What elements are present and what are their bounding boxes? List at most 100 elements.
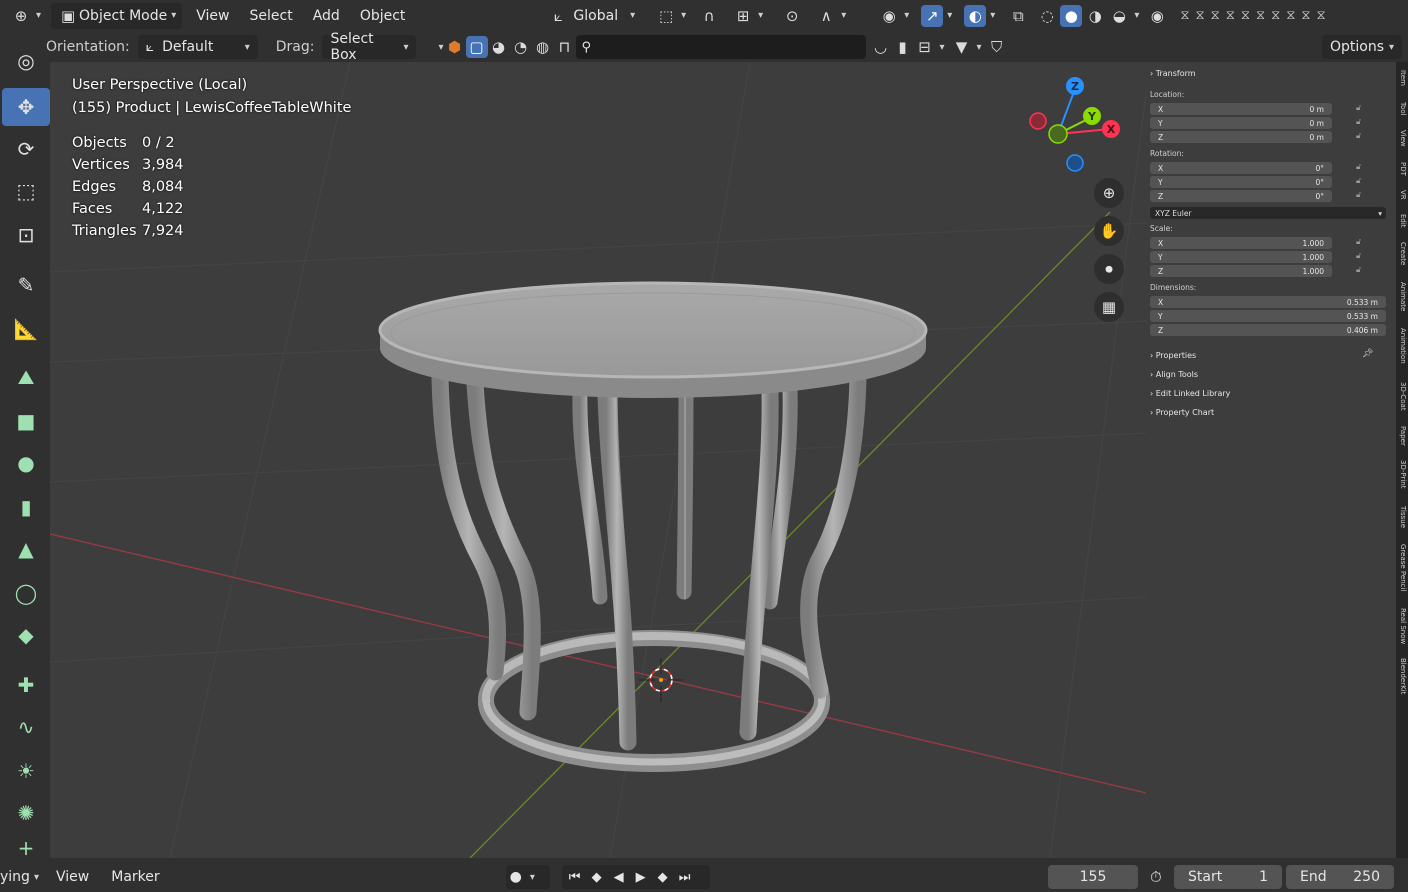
transform-orientation-dropdown[interactable]: ⟀ Global ▾ [541, 3, 641, 29]
stopwatch-icon[interactable]: ⏱ [1150, 868, 1162, 886]
lock-icon[interactable]: 🔓︎ [1356, 265, 1361, 275]
edit-linked-library-subpanel[interactable]: › Edit Linked Library [1150, 389, 1230, 398]
editor-type-button[interactable]: ⊕ ▾ [4, 3, 47, 29]
rotation-z-field[interactable]: Z 0° [1150, 190, 1332, 202]
add-wedge-tool[interactable]: ◆ [2, 616, 50, 654]
timeline-menu-marker[interactable]: Marker [105, 864, 165, 890]
select-extend-icon[interactable]: ◕ [488, 36, 510, 58]
dimensions-x-field[interactable]: X 0.533 m [1150, 296, 1386, 308]
transform-panel-header[interactable]: › Transform [1150, 69, 1196, 78]
snap-toggle[interactable]: ∩ [692, 3, 726, 29]
snap-target-button[interactable]: ⊞ ▾ [726, 3, 769, 29]
move-tool[interactable]: ✥ [2, 88, 50, 126]
current-frame-field[interactable]: 155 [1048, 865, 1138, 889]
pin-icon[interactable]: 📌︎ [1362, 349, 1373, 359]
lock-icon[interactable]: 🔓︎ [1356, 237, 1361, 247]
add-cone-tool[interactable]: ▲ [2, 530, 50, 568]
cursor-tool[interactable]: ◎ [2, 48, 50, 74]
transform-tool[interactable]: ⊡ [2, 216, 50, 254]
play-icon[interactable]: ▶ [630, 866, 652, 888]
add-cube-tool[interactable]: ■ [2, 402, 50, 440]
select-subtract-icon[interactable]: ◔ [510, 36, 532, 58]
orientation-dropdown[interactable]: ⟀ Default ▾ [137, 35, 258, 59]
tab-edit[interactable]: Edit [1397, 214, 1407, 228]
timeline-menu-view[interactable]: View [50, 864, 95, 890]
xray-toggle[interactable]: ⧉ [1001, 3, 1035, 29]
drag-dropdown[interactable]: Select Box ▾ [322, 31, 417, 63]
search-field[interactable]: ⚲ [575, 35, 866, 59]
add-light-tool[interactable]: ☀ [2, 752, 50, 790]
tab-real-snow[interactable]: Real Snow [1397, 608, 1407, 644]
pivot-point-button[interactable]: ⬚ ▾ [649, 3, 692, 29]
shading-wireframe[interactable]: ◌ [1035, 3, 1059, 29]
options-dropdown[interactable]: Options ▾ [1322, 35, 1402, 59]
scale-y-field[interactable]: Y 1.000 [1150, 251, 1332, 263]
tab-vr[interactable]: VR [1397, 190, 1407, 200]
select-box-mode-icon[interactable]: ▢ [465, 36, 488, 58]
playback-mode-dropdown[interactable]: ying ▾ [0, 865, 46, 889]
tab-create[interactable]: Create [1397, 242, 1407, 265]
annotate-tool[interactable]: ✎ [2, 266, 50, 304]
dimensions-z-field[interactable]: Z 0.406 m [1150, 324, 1386, 336]
tab-blenderkit[interactable]: BlenderKit [1397, 658, 1407, 694]
jump-end-icon[interactable]: ⏭ [674, 866, 696, 888]
table-model[interactable] [378, 281, 928, 772]
property-chart-subpanel[interactable]: › Property Chart [1150, 408, 1214, 417]
jump-keyframe-back-icon[interactable]: ◆ [586, 866, 608, 888]
jump-keyframe-forward-icon[interactable]: ◆ [652, 866, 674, 888]
scale-x-field[interactable]: X 1.000 [1150, 237, 1332, 249]
tab-tool[interactable]: Tool [1397, 102, 1407, 116]
collection-visibility-button[interactable]: ◉ [1140, 3, 1174, 29]
add-sphere-tool[interactable]: ● [2, 444, 50, 482]
tab-grease-pencil[interactable]: Grease Pencil [1397, 544, 1407, 591]
select-intersect-icon[interactable]: ⊓ [554, 36, 576, 58]
gizmo-toggle[interactable]: ↗ ▾ [915, 3, 958, 29]
shading-rendered[interactable]: ◒ ▾ [1107, 3, 1140, 29]
start-frame-field[interactable]: Start 1 [1174, 865, 1282, 889]
end-frame-field[interactable]: End 250 [1286, 865, 1394, 889]
lock-icon[interactable]: 🔓︎ [1356, 176, 1361, 186]
layout-icon[interactable]: ⊟ [914, 36, 936, 58]
lock-icon[interactable]: 🔓︎ [1356, 131, 1361, 141]
shading-solid[interactable]: ● [1059, 3, 1083, 29]
3d-cursor[interactable] [639, 658, 683, 702]
add-plane-tool[interactable]: ⛰ [2, 358, 50, 396]
shield-icon[interactable]: ⛉ [986, 36, 1008, 58]
measure-tool[interactable]: 📐 [2, 310, 50, 348]
jump-start-icon[interactable]: ⏮ [564, 866, 586, 888]
play-reverse-icon[interactable]: ◀ [608, 866, 630, 888]
tab-paper[interactable]: Paper [1397, 426, 1407, 446]
color-wheel-icon[interactable]: ⬢ [444, 36, 466, 58]
add-armature-tool[interactable]: ✚ [2, 666, 50, 704]
shading-material[interactable]: ◑ [1083, 3, 1107, 29]
add-cylinder-tool[interactable]: ▮ [2, 488, 50, 526]
menu-add[interactable]: Add [307, 3, 346, 29]
camera-view-button[interactable]: ⏺ [1094, 254, 1124, 284]
scale-tool[interactable]: ⬚ [2, 172, 50, 210]
lock-icon[interactable]: 🔓︎ [1356, 190, 1361, 200]
visibility-button[interactable]: ◉ ▾ [872, 3, 915, 29]
pan-button[interactable]: ✋ [1094, 216, 1124, 246]
navigation-gizmo[interactable]: Z Y X [1029, 77, 1120, 172]
scale-z-field[interactable]: Z 1.000 [1150, 265, 1332, 277]
lock-icon[interactable]: 🔓︎ [1356, 162, 1361, 172]
perspective-toggle-button[interactable]: ▦ [1094, 292, 1124, 322]
dimensions-y-field[interactable]: Y 0.533 m [1150, 310, 1386, 322]
lock-icon[interactable]: 🔓︎ [1356, 117, 1361, 127]
falloff-button[interactable]: ∧ ▾ [809, 3, 852, 29]
location-x-field[interactable]: X0 m [1150, 103, 1332, 115]
proportional-edit-toggle[interactable]: ⊙ [775, 3, 809, 29]
overlays-toggle[interactable]: ◐ ▾ [958, 3, 1001, 29]
rotation-y-field[interactable]: Y 0° [1150, 176, 1332, 188]
tab-animation[interactable]: Animation [1397, 328, 1407, 364]
lock-icon[interactable]: 🔓︎ [1356, 251, 1361, 261]
rotation-mode-dropdown[interactable]: XYZ Euler ▾ [1150, 207, 1386, 219]
tab-pdt[interactable]: PDT [1397, 162, 1407, 176]
auto-keying-button[interactable]: ● ▾ [505, 865, 550, 889]
header-tool-buttons[interactable]: ⧖⧖⧖⧖⧖⧖⧖⧖⧖⧖ [1174, 3, 1337, 29]
bookmark-icon[interactable]: ▮ [892, 36, 914, 58]
tab-3d-coat[interactable]: 3D-Coat [1397, 382, 1407, 411]
tab-tissue[interactable]: Tissue [1397, 506, 1407, 528]
properties-subpanel[interactable]: › Properties [1150, 351, 1196, 360]
add-torus-tool[interactable]: ◯ [2, 574, 50, 612]
